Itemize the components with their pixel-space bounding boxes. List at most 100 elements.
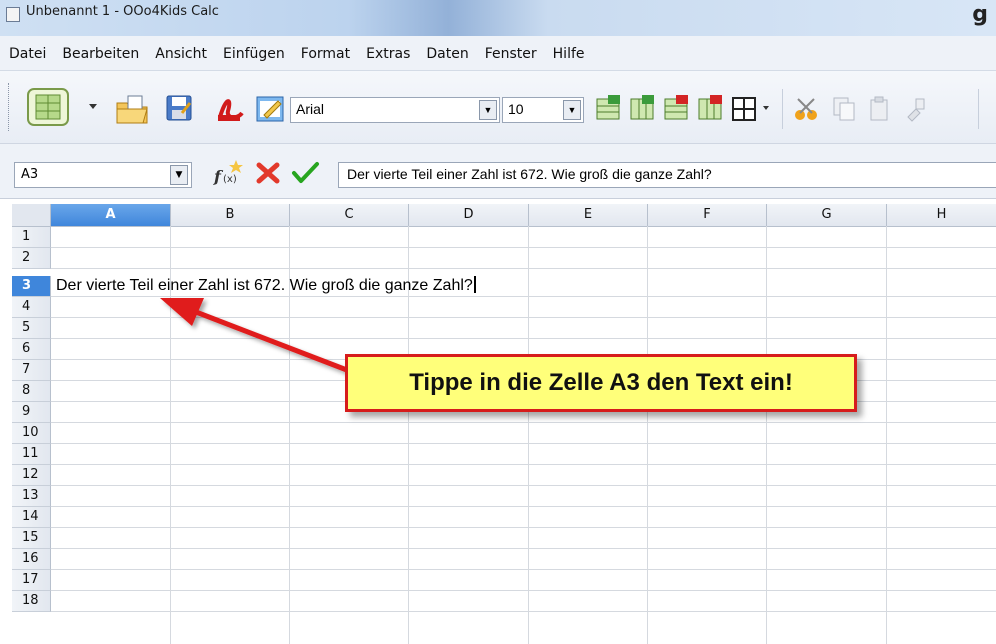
row-header-18[interactable]: 18 <box>12 591 51 612</box>
cut-icon[interactable] <box>792 95 820 123</box>
column-header-a[interactable]: A <box>51 204 171 227</box>
column-header-f[interactable]: F <box>648 204 767 227</box>
row-number: 1 <box>22 229 31 244</box>
row-number: 10 <box>22 425 39 440</box>
gridline <box>647 226 648 644</box>
copy-icon[interactable] <box>830 95 858 123</box>
row-header-10[interactable]: 10 <box>12 423 51 444</box>
new-document-icon[interactable] <box>22 81 78 133</box>
save-icon[interactable] <box>164 93 194 123</box>
insert-columns-icon[interactable] <box>628 93 658 123</box>
gridline <box>51 506 996 507</box>
font-size-combo[interactable]: 10 ▼ <box>502 97 584 123</box>
row-number: 5 <box>22 320 31 335</box>
select-all-corner[interactable] <box>12 204 51 227</box>
gridline <box>528 226 529 644</box>
clone-formatting-icon[interactable] <box>902 95 930 123</box>
delete-rows-icon[interactable] <box>662 93 692 123</box>
row-header-11[interactable]: 11 <box>12 444 51 465</box>
spreadsheet-grid[interactable]: A B C D E F G H 1 2 3 4 5 6 7 8 9 10 11 … <box>0 204 996 644</box>
menu-einfuegen[interactable]: Einfügen <box>214 36 292 62</box>
name-box-value: A3 <box>21 167 39 182</box>
font-size-value: 10 <box>508 101 524 117</box>
toolbar: Arial ▼ 10 ▼ <box>0 71 996 144</box>
column-header-e[interactable]: E <box>529 204 648 227</box>
row-number: 14 <box>22 509 39 524</box>
name-box-dropdown-icon[interactable]: ▼ <box>170 165 188 185</box>
column-header-b[interactable]: B <box>171 204 290 227</box>
gridline <box>51 338 996 339</box>
row-header-6[interactable]: 6 <box>12 339 51 360</box>
row-header-7[interactable]: 7 <box>12 360 51 381</box>
font-name-combo[interactable]: Arial ▼ <box>290 97 500 123</box>
row-header-17[interactable]: 17 <box>12 570 51 591</box>
column-header-g[interactable]: G <box>767 204 887 227</box>
menu-hilfe[interactable]: Hilfe <box>544 36 592 62</box>
gridline <box>51 296 996 297</box>
borders-dropdown-chevron-icon[interactable] <box>762 105 770 113</box>
open-folder-icon[interactable] <box>114 93 150 125</box>
column-header-h[interactable]: H <box>887 204 996 227</box>
row-header-1[interactable]: 1 <box>12 227 51 248</box>
gridline <box>51 422 996 423</box>
cancel-icon[interactable] <box>254 160 282 186</box>
menu-bearbeiten[interactable]: Bearbeiten <box>53 36 146 62</box>
row-number: 4 <box>22 299 31 314</box>
row-header-16[interactable]: 16 <box>12 549 51 570</box>
formula-input-text: Der vierte Teil einer Zahl ist 672. Wie … <box>347 166 712 182</box>
name-box[interactable]: A3 ▼ <box>14 162 192 188</box>
formula-input[interactable]: Der vierte Teil einer Zahl ist 672. Wie … <box>338 162 996 188</box>
row-header-3[interactable]: 3 <box>12 276 51 297</box>
menu-fenster[interactable]: Fenster <box>476 36 544 62</box>
menu-extras[interactable]: Extras <box>357 36 417 62</box>
cell-a3-text: Der vierte Teil einer Zahl ist 672. Wie … <box>56 277 473 294</box>
function-wizard-icon[interactable]: f (x) <box>212 158 246 188</box>
row-header-5[interactable]: 5 <box>12 318 51 339</box>
row-number: 2 <box>22 250 31 265</box>
row-number: 9 <box>22 404 31 419</box>
row-header-4[interactable]: 4 <box>12 297 51 318</box>
gridline <box>51 569 996 570</box>
column-header-c[interactable]: C <box>290 204 409 227</box>
row-header-9[interactable]: 9 <box>12 402 51 423</box>
accept-check-icon[interactable] <box>290 160 320 186</box>
row-number: 8 <box>22 383 31 398</box>
new-dropdown-chevron-icon[interactable] <box>88 103 98 111</box>
toolbar-grip[interactable] <box>8 83 13 131</box>
gridline <box>886 226 887 644</box>
gridline <box>51 443 996 444</box>
insert-rows-icon[interactable] <box>594 93 624 123</box>
row-header-8[interactable]: 8 <box>12 381 51 402</box>
menu-datei[interactable]: Datei <box>0 36 53 62</box>
borders-icon[interactable] <box>730 95 758 123</box>
menu-format[interactable]: Format <box>292 36 357 62</box>
edit-file-icon[interactable] <box>254 93 288 125</box>
row-header-2[interactable]: 2 <box>12 248 51 269</box>
cell-a3[interactable]: Der vierte Teil einer Zahl ist 672. Wie … <box>56 276 476 295</box>
row-header-14[interactable]: 14 <box>12 507 51 528</box>
title-bar: Unbenannt 1 - OOo4Kids Calc g <box>0 0 996 36</box>
menu-daten[interactable]: Daten <box>417 36 475 62</box>
svg-text:(x): (x) <box>223 174 237 185</box>
gridline <box>766 226 767 644</box>
row-header-15[interactable]: 15 <box>12 528 51 549</box>
menu-ansicht[interactable]: Ansicht <box>146 36 214 62</box>
export-pdf-icon[interactable] <box>214 93 246 125</box>
row-number: 18 <box>22 593 39 608</box>
row-header-13[interactable]: 13 <box>12 486 51 507</box>
gridline <box>51 527 996 528</box>
gridline <box>51 611 996 612</box>
gridline <box>51 317 996 318</box>
row-header-12[interactable]: 12 <box>12 465 51 486</box>
app-window-icon <box>6 7 20 22</box>
row-number: 16 <box>22 551 39 566</box>
font-name-dropdown-icon[interactable]: ▼ <box>479 100 497 120</box>
column-header-d[interactable]: D <box>409 204 529 227</box>
font-size-dropdown-icon[interactable]: ▼ <box>563 100 581 120</box>
row-number: 11 <box>22 446 39 461</box>
row-number: 6 <box>22 341 31 356</box>
delete-columns-icon[interactable] <box>696 93 726 123</box>
paste-icon[interactable] <box>866 95 894 123</box>
row-number: 3 <box>22 278 32 293</box>
toolbar-separator <box>782 89 783 129</box>
